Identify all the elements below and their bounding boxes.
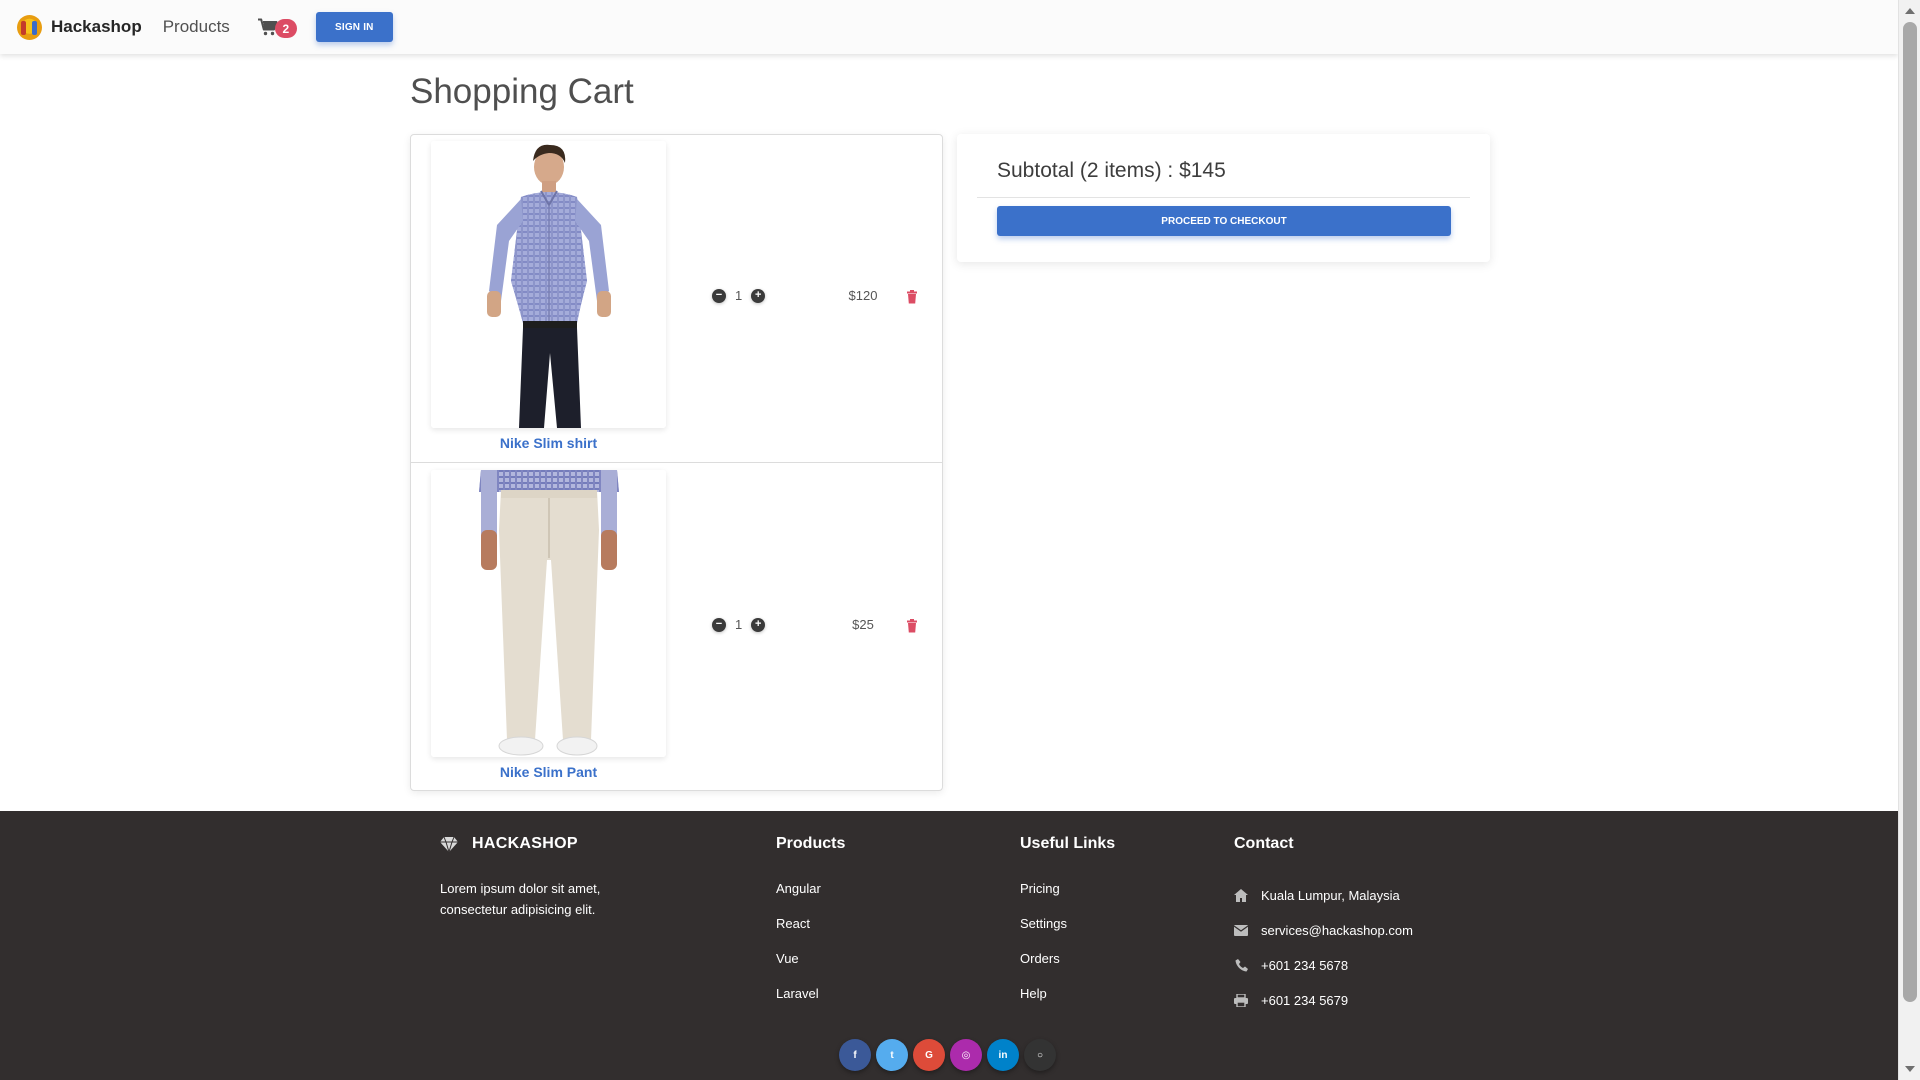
phone-icon — [1234, 959, 1248, 973]
quantity-stepper: − 1 + — [712, 617, 766, 632]
footer-useful-links-list: Pricing Settings Orders Help — [1020, 878, 1067, 1018]
footer-products-heading: Products — [776, 835, 846, 852]
minus-circle-icon[interactable]: − — [712, 288, 726, 303]
subtotal-card: Subtotal (2 items) : $145 PROCEED TO CHE… — [957, 134, 1490, 262]
subtotal-text: Subtotal (2 items) : $145 — [997, 159, 1226, 182]
navbar: Hackashop Products 2 SIGN IN — [0, 0, 1898, 54]
footer-contact-list: Kuala Lumpur, Malaysia services@hackasho… — [1234, 878, 1413, 1018]
brand-name: Hackashop — [51, 17, 142, 36]
trash-icon[interactable] — [905, 619, 919, 633]
gem-icon — [440, 836, 458, 852]
cart-item: Nike Slim Pant − 1 + $25 — [411, 464, 942, 792]
facebook-icon[interactable]: f — [839, 1039, 871, 1071]
brand-link[interactable]: Hackashop — [17, 14, 142, 40]
contact-email-text: services@hackashop.com — [1261, 923, 1413, 938]
contact-address-text: Kuala Lumpur, Malaysia — [1261, 888, 1400, 903]
footer-contact-heading: Contact — [1234, 835, 1294, 852]
beige-pants-photo — [431, 470, 666, 757]
footer-link-laravel[interactable]: Laravel — [776, 983, 821, 1018]
footer-description: Lorem ipsum dolor sit amet, consectetur … — [440, 881, 601, 917]
cart-count-badge: 2 — [274, 19, 297, 38]
cart-link[interactable]: 2 — [257, 16, 297, 38]
contact-fax: +601 234 5679 — [1234, 983, 1413, 1018]
footer-link-orders[interactable]: Orders — [1020, 948, 1067, 983]
scroll-up-arrow-icon[interactable] — [1905, 8, 1915, 14]
footer-link-settings[interactable]: Settings — [1020, 913, 1067, 948]
product-name-link[interactable]: Nike Slim shirt — [431, 435, 666, 451]
footer-link-angular[interactable]: Angular — [776, 878, 821, 913]
contact-phone-text: +601 234 5678 — [1261, 958, 1349, 973]
contact-address: Kuala Lumpur, Malaysia — [1234, 878, 1413, 913]
nav-link-products[interactable]: Products — [163, 17, 230, 37]
cart-items-card: Nike Slim shirt − 1 + $120 Nike Slim Pan… — [410, 134, 943, 791]
footer-link-react[interactable]: React — [776, 913, 821, 948]
item-price: $25 — [852, 617, 874, 632]
scrollbar-thumb[interactable] — [1903, 22, 1917, 1002]
plus-circle-icon[interactable]: + — [751, 617, 766, 632]
contact-fax-text: +601 234 5679 — [1261, 993, 1349, 1008]
scroll-down-arrow-icon[interactable] — [1905, 1066, 1915, 1072]
envelope-icon — [1234, 924, 1248, 938]
divider — [977, 197, 1470, 198]
cart-item: Nike Slim shirt − 1 + $120 — [411, 135, 942, 463]
proceed-to-checkout-button[interactable]: PROCEED TO CHECKOUT — [997, 206, 1451, 236]
footer-link-help[interactable]: Help — [1020, 983, 1067, 1018]
sign-in-button[interactable]: SIGN IN — [315, 12, 393, 42]
linkedin-icon[interactable]: in — [987, 1039, 1019, 1071]
footer-link-vue[interactable]: Vue — [776, 948, 821, 983]
footer-link-pricing[interactable]: Pricing — [1020, 878, 1067, 913]
footer-brand: HACKASHOP — [440, 835, 578, 853]
brand-logo-icon — [17, 14, 42, 40]
product-image[interactable] — [431, 141, 666, 428]
item-price: $120 — [848, 288, 878, 303]
plus-circle-icon[interactable]: + — [751, 288, 766, 303]
footer: HACKASHOP Lorem ipsum dolor sit amet, co… — [0, 811, 1898, 1080]
contact-email: services@hackashop.com — [1234, 913, 1413, 948]
vertical-scrollbar[interactable] — [1898, 0, 1920, 1080]
product-name-link[interactable]: Nike Slim Pant — [431, 764, 666, 780]
man-in-checked-shirt-photo — [431, 141, 666, 428]
quantity-stepper: − 1 + — [712, 288, 766, 303]
quantity-value: 1 — [735, 617, 743, 632]
page-title: Shopping Cart — [410, 72, 634, 111]
contact-phone: +601 234 5678 — [1234, 948, 1413, 983]
github-icon[interactable]: ○ — [1024, 1039, 1056, 1071]
print-icon — [1234, 994, 1248, 1008]
social-links: f t G ◎ in ○ — [839, 1039, 1061, 1071]
twitter-icon[interactable]: t — [876, 1039, 908, 1071]
product-image[interactable] — [431, 470, 666, 757]
footer-brand-name: HACKASHOP — [472, 835, 578, 852]
google-icon[interactable]: G — [913, 1039, 945, 1071]
instagram-icon[interactable]: ◎ — [950, 1039, 982, 1071]
trash-icon[interactable] — [905, 290, 919, 304]
footer-products-list: Angular React Vue Laravel — [776, 878, 821, 1018]
quantity-value: 1 — [735, 288, 743, 303]
page: Hackashop Products 2 SIGN IN Shopping Ca… — [0, 0, 1898, 1080]
minus-circle-icon[interactable]: − — [712, 617, 726, 632]
home-icon — [1234, 889, 1248, 903]
footer-useful-links-heading: Useful Links — [1020, 835, 1116, 852]
